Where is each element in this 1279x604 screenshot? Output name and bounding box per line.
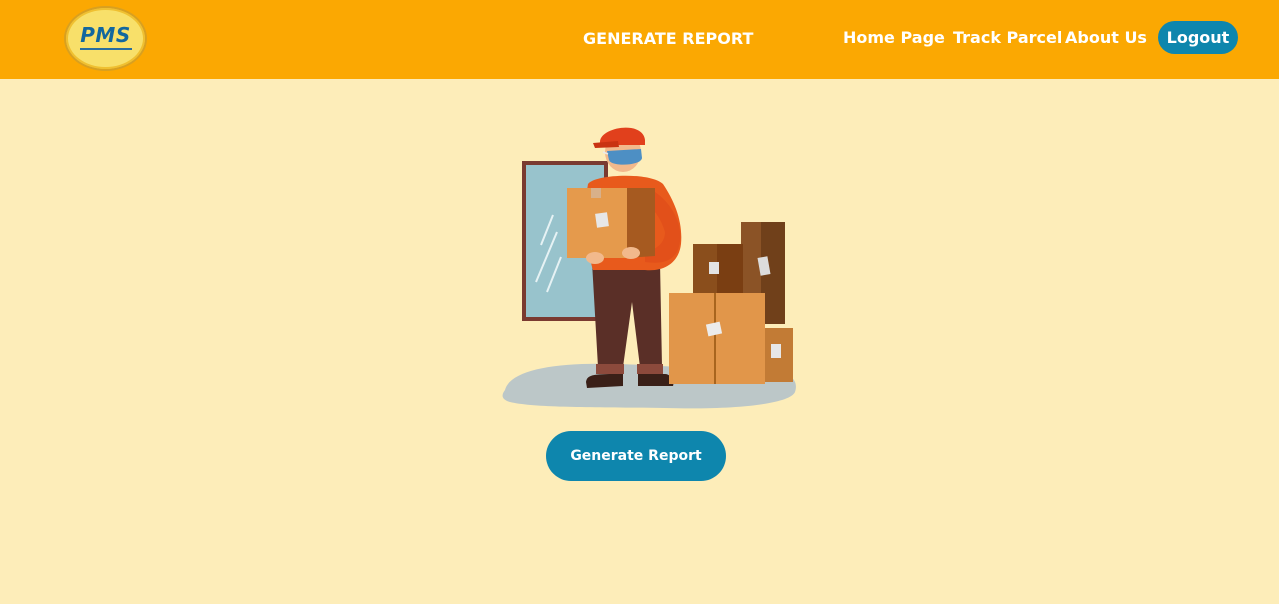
delivery-person-icon: [502, 127, 796, 409]
generate-report-button[interactable]: Generate Report: [546, 431, 726, 481]
nav-about-us[interactable]: About Us: [1065, 28, 1147, 47]
top-navigation-bar: PMS GENERATE REPORT Home Page Track Parc…: [0, 0, 1279, 79]
logo-underline: [79, 48, 132, 50]
logout-button[interactable]: Logout: [1158, 21, 1238, 54]
nav-track-parcel[interactable]: Track Parcel: [953, 28, 1062, 47]
page-title: GENERATE REPORT: [583, 29, 754, 48]
pms-logo[interactable]: PMS: [64, 6, 147, 71]
logo-text: PMS: [80, 23, 131, 47]
nav-home-page[interactable]: Home Page: [843, 28, 945, 47]
